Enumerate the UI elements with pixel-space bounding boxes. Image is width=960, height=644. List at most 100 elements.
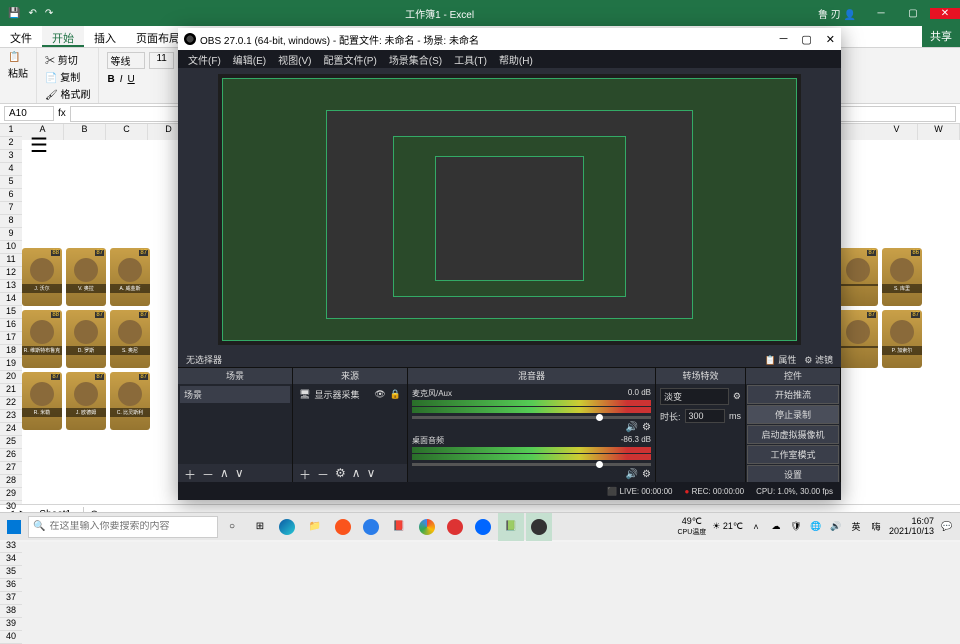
scene-item[interactable]: 场景 [180,386,290,403]
down-scene[interactable]: ∨ [235,466,244,480]
italic-button[interactable]: I [120,74,123,85]
del-scene[interactable]: － [202,466,214,480]
tab-home[interactable]: 开始 [42,26,84,47]
menu-edit[interactable]: 编辑(E) [229,52,270,66]
ie-icon[interactable] [358,513,384,541]
player-card[interactable]: 87P. 加索尔 [882,310,922,368]
size-select[interactable]: 11 [149,52,173,69]
trans-gear-icon[interactable]: ⚙ [733,391,741,402]
add-source[interactable]: ＋ [299,466,311,480]
control-button[interactable]: 开始推流 [747,385,839,404]
obs-maximize[interactable]: ▢ [801,33,811,46]
duration-input[interactable]: 300 [685,409,725,423]
save-icon[interactable]: 💾 [8,8,20,19]
taskview-icon[interactable]: ⊞ [246,513,274,541]
obs-close[interactable]: ✕ [826,33,835,46]
menu-help[interactable]: 帮助(H) [495,52,537,66]
tray-up-icon[interactable]: ˄ [749,522,763,532]
up-scene[interactable]: ∧ [220,466,229,480]
thunder-icon[interactable] [470,513,496,541]
menu-scenes[interactable]: 场景集合(S) [385,52,446,66]
bold-button[interactable]: B [107,74,114,85]
lock-icon[interactable]: 🔒 [390,389,401,400]
edge-icon[interactable] [274,513,300,541]
filter-icon[interactable]: ⚙ 滤镜 [804,353,833,366]
obs-titlebar[interactable]: OBS 27.0.1 (64-bit, windows) - 配置文件: 未命名… [178,28,841,50]
source-item[interactable]: 🖥 显示器采集 👁 🔒 [295,386,405,403]
hamburger-shape[interactable]: ☰ [30,140,48,152]
search-box[interactable]: 🔍 [28,516,218,538]
player-card[interactable]: 87D. 罗斯 [66,310,106,368]
up-source[interactable]: ∧ [352,466,361,480]
gear-icon[interactable]: ⚙ [642,469,651,480]
weather-icon[interactable]: ☀ 21℃ [712,521,743,532]
menu-file[interactable]: 文件(F) [184,52,225,66]
format-painter[interactable]: 🖌 格式刷 [45,86,90,101]
close-icon[interactable]: ✕ [930,8,960,19]
control-button[interactable]: 设置 [747,465,839,482]
player-card[interactable]: 87S. 奥尼 [110,310,150,368]
ime-icon[interactable]: 英 [849,520,863,533]
undo-icon[interactable]: ↶ [28,8,36,19]
obs-app-icon[interactable] [526,513,552,541]
cortana-icon[interactable]: ○ [218,513,246,541]
user-avatar[interactable]: 鲁 刃 👤 [818,6,856,21]
paste-button[interactable]: 📋 [8,52,28,63]
eye-icon[interactable]: 👁 [374,389,385,400]
shield-icon[interactable]: 🛡 [789,521,803,532]
player-card[interactable]: 87A. 威金斯 [110,248,150,306]
search-input[interactable] [49,521,213,532]
notification-icon[interactable]: 💬 [940,521,954,532]
ime2-icon[interactable]: 嗨 [869,520,883,533]
down-source[interactable]: ∨ [367,466,376,480]
player-card[interactable]: 86S. 库里 [882,248,922,306]
menu-view[interactable]: 视图(V) [274,52,315,66]
player-card[interactable]: 87C. 比灵斯利 [110,372,150,430]
player-card[interactable]: 87 [838,310,878,368]
control-button[interactable]: 工作室模式 [747,445,839,464]
clock[interactable]: 16:072021/10/13 [889,517,934,537]
player-card[interactable]: 87V. 奥拉 [66,248,106,306]
explorer-icon[interactable]: 📁 [302,513,328,541]
fx-icon[interactable]: fx [58,108,66,119]
app-icon[interactable] [330,513,356,541]
player-card[interactable]: 87J. 欧德姆 [66,372,106,430]
props-source[interactable]: ⚙ [335,466,346,480]
props-icon[interactable]: 📋 属性 [765,353,797,366]
speaker-icon[interactable]: 🔊 [626,422,638,433]
start-button[interactable] [0,513,28,541]
player-card[interactable]: 87 [838,248,878,306]
font-select[interactable]: 等线 [107,52,145,69]
weather-temp[interactable]: 49℃CPU温度 [677,516,706,537]
share-button[interactable]: 共享 [922,26,960,47]
player-card[interactable]: 88R. 维斯特布鲁克 [22,310,62,368]
minimize-icon[interactable]: ─ [866,8,896,19]
excel-app-icon[interactable]: 📗 [498,513,524,541]
menu-profile[interactable]: 配置文件(P) [319,52,380,66]
cloud-icon[interactable]: ☁ [769,521,783,532]
cut-button[interactable]: ✂ 剪切 [45,52,90,67]
tab-file[interactable]: 文件 [0,26,42,47]
tab-insert[interactable]: 插入 [84,26,126,47]
maximize-icon[interactable]: ▢ [898,8,928,19]
transition-select[interactable]: 淡变 [660,388,729,405]
netease-icon[interactable] [442,513,468,541]
copy-button[interactable]: 📄 复制 [45,69,90,84]
chrome-icon[interactable] [414,513,440,541]
player-card[interactable]: 88J. 沃尔 [22,248,62,306]
office-icon[interactable]: 📕 [386,513,412,541]
speaker-icon[interactable]: 🔊 [626,469,638,480]
player-card[interactable]: 87R. 米勒 [22,372,62,430]
redo-icon[interactable]: ↷ [45,8,53,19]
network-icon[interactable]: 🌐 [809,521,823,532]
control-button[interactable]: 停止录制 [747,405,839,424]
menu-tools[interactable]: 工具(T) [450,52,491,66]
preview[interactable] [218,74,801,345]
obs-minimize[interactable]: ─ [780,33,788,46]
add-scene[interactable]: ＋ [184,466,196,480]
name-box[interactable]: A10 [4,106,54,121]
control-button[interactable]: 启动虚拟摄像机 [747,425,839,444]
underline-button[interactable]: U [128,74,135,85]
del-source[interactable]: － [317,466,329,480]
volume-icon[interactable]: 🔊 [829,521,843,532]
